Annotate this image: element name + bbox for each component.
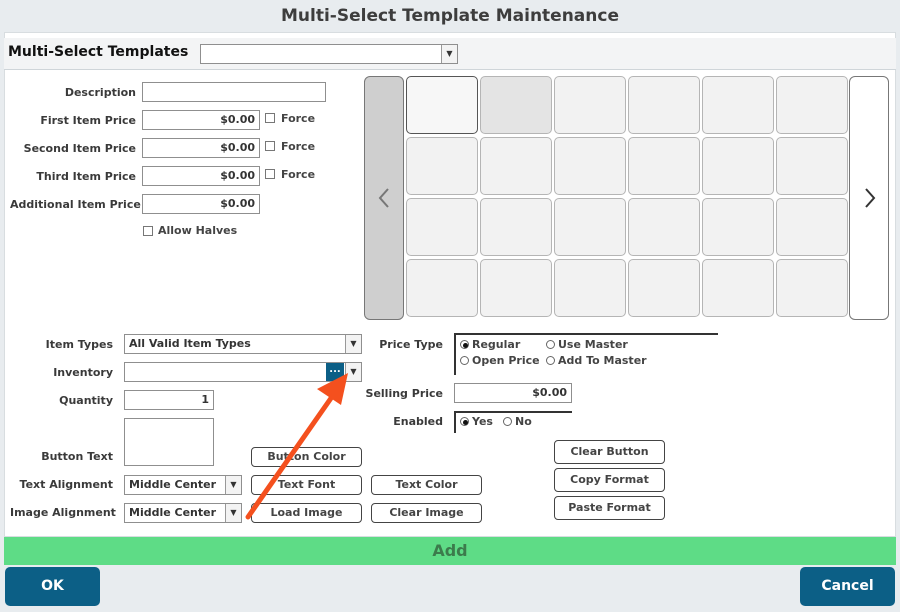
force-first-checkbox[interactable]	[265, 113, 275, 123]
paste-format-button[interactable]: Paste Format	[554, 496, 665, 520]
chevron-down-icon[interactable]: ▼	[225, 504, 241, 522]
button-text-field[interactable]	[124, 418, 214, 466]
text-color-button[interactable]: Text Color	[371, 475, 482, 495]
ok-button[interactable]: OK	[5, 567, 100, 606]
template-grid-cell[interactable]	[628, 76, 700, 134]
image-alignment-label: Image Alignment	[10, 506, 116, 519]
clear-button-button[interactable]: Clear Button	[554, 440, 665, 464]
enabled-no-radio[interactable]	[503, 417, 512, 426]
template-grid-cell[interactable]	[628, 137, 700, 195]
price-type-regular-label: Regular	[472, 338, 521, 351]
template-grid-cell[interactable]	[480, 137, 552, 195]
chevron-left-icon	[378, 188, 389, 208]
chevron-down-icon[interactable]: ▼	[225, 476, 241, 494]
templates-label: Multi-Select Templates	[8, 44, 189, 60]
first-price-field[interactable]: $0.00	[142, 110, 260, 130]
chevron-down-icon[interactable]: ▼	[345, 335, 361, 353]
third-price-field[interactable]: $0.00	[142, 166, 260, 186]
cancel-button[interactable]: Cancel	[800, 567, 895, 606]
price-type-open-price-radio[interactable]	[460, 356, 469, 365]
template-grid-cell[interactable]	[702, 198, 774, 256]
second-price-field[interactable]: $0.00	[142, 138, 260, 158]
second-price-label: Second Item Price	[23, 142, 136, 155]
button-text-label: Button Text	[41, 450, 113, 463]
template-grid-cell[interactable]	[776, 137, 848, 195]
annotation-arrow-icon	[245, 373, 348, 520]
template-grid-cell[interactable]	[480, 259, 552, 317]
item-types-label: Item Types	[45, 338, 113, 351]
template-grid-cell[interactable]	[554, 259, 626, 317]
template-grid-cell[interactable]	[480, 198, 552, 256]
allow-halves-label: Allow Halves	[158, 224, 238, 237]
template-grid-cell[interactable]	[776, 76, 848, 134]
enabled-label: Enabled	[393, 415, 443, 428]
template-grid-cell[interactable]	[406, 259, 478, 317]
price-type-regular-radio[interactable]	[460, 340, 469, 349]
template-grid-cell[interactable]	[554, 137, 626, 195]
grid-next-button[interactable]	[849, 76, 889, 320]
third-price-label: Third Item Price	[36, 170, 136, 183]
enabled-yes-radio[interactable]	[460, 417, 469, 426]
template-grid-cell[interactable]	[406, 76, 478, 134]
force-third-label: Force	[281, 168, 316, 181]
template-grid-cell[interactable]	[554, 76, 626, 134]
quantity-field[interactable]: 1	[124, 390, 214, 410]
template-grid-cell[interactable]	[702, 259, 774, 317]
template-grid-cell[interactable]	[702, 76, 774, 134]
price-type-add-to-master-radio[interactable]	[546, 356, 555, 365]
template-grid-cell[interactable]	[776, 198, 848, 256]
template-grid-cell[interactable]	[406, 137, 478, 195]
template-grid-cell[interactable]	[406, 198, 478, 256]
price-type-use-master-radio[interactable]	[546, 340, 555, 349]
inventory-label: Inventory	[53, 366, 113, 379]
template-grid-cell[interactable]	[776, 259, 848, 317]
first-price-label: First Item Price	[40, 114, 136, 127]
clear-image-button[interactable]: Clear Image	[371, 503, 482, 523]
add-button[interactable]: Add	[4, 537, 896, 565]
template-grid-cell[interactable]	[628, 259, 700, 317]
text-alignment-select[interactable]: Middle Center ▼	[124, 475, 242, 495]
price-type-open-price-label: Open Price	[472, 354, 540, 367]
selling-price-label: Selling Price	[365, 387, 443, 400]
text-alignment-label: Text Alignment	[19, 478, 113, 491]
template-grid-cell[interactable]	[480, 76, 552, 134]
grid-prev-button[interactable]	[364, 76, 404, 320]
additional-price-label: Additional Item Price	[10, 198, 141, 211]
price-type-use-master-label: Use Master	[558, 338, 628, 351]
force-second-checkbox[interactable]	[265, 141, 275, 151]
template-button-grid	[406, 76, 848, 322]
description-field[interactable]	[142, 82, 326, 102]
description-label: Description	[64, 86, 136, 99]
chevron-right-icon	[865, 188, 876, 208]
force-third-checkbox[interactable]	[265, 169, 275, 179]
template-grid-cell[interactable]	[702, 137, 774, 195]
window-title: Multi-Select Template Maintenance	[281, 6, 619, 26]
quantity-label: Quantity	[59, 394, 113, 407]
template-grid-cell[interactable]	[628, 198, 700, 256]
enabled-no-label: No	[515, 415, 532, 428]
allow-halves-checkbox[interactable]	[143, 226, 153, 236]
chevron-down-icon[interactable]: ▼	[441, 45, 457, 63]
force-first-label: Force	[281, 112, 316, 125]
selling-price-field[interactable]: $0.00	[454, 383, 572, 403]
image-alignment-select[interactable]: Middle Center ▼	[124, 503, 242, 523]
price-type-add-to-master-label: Add To Master	[558, 354, 647, 367]
additional-price-field[interactable]: $0.00	[142, 194, 260, 214]
templates-select[interactable]: ▼	[200, 44, 458, 64]
price-type-label: Price Type	[379, 338, 443, 351]
item-types-select[interactable]: All Valid Item Types ▼	[124, 334, 362, 354]
enabled-yes-label: Yes	[472, 415, 493, 428]
copy-format-button[interactable]: Copy Format	[554, 468, 665, 492]
template-grid-cell[interactable]	[554, 198, 626, 256]
force-second-label: Force	[281, 140, 316, 153]
